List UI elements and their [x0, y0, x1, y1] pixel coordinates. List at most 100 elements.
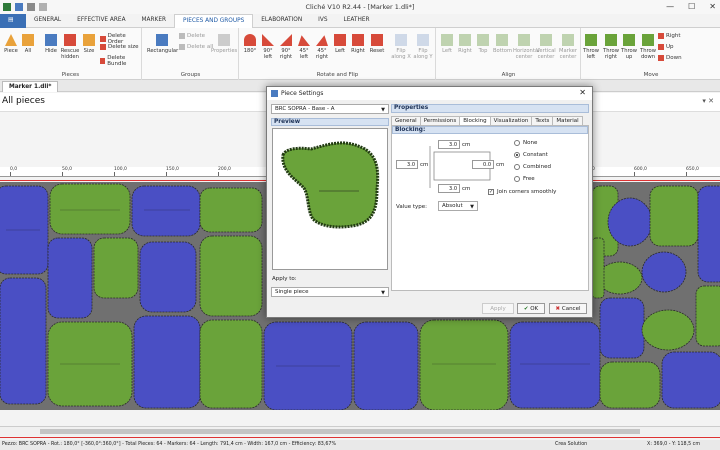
status-company: Crea Solution [555, 442, 588, 447]
piece-preview [272, 128, 388, 270]
rotate-90-left-button[interactable]: 90° left [260, 34, 276, 60]
flip-x-icon [395, 34, 407, 46]
rotate-45-right-icon [316, 35, 328, 46]
delete-size-button[interactable]: Delete size [100, 44, 138, 50]
ruler-tick [10, 172, 11, 176]
rotate-right-button[interactable]: Right [350, 34, 366, 54]
move-up-button[interactable]: Up [658, 44, 674, 50]
tab-permissions[interactable]: Permissions [419, 116, 461, 125]
size-button[interactable]: Size [82, 34, 96, 54]
properties-button[interactable]: Properties [211, 34, 237, 54]
rescue-hidden-button[interactable]: Rescue hidden [58, 34, 82, 60]
blocking-right-input[interactable]: 0.0 [472, 160, 494, 169]
piece-select[interactable]: BRC SOPRA - Base - A ▼ [271, 104, 389, 114]
minimize-button[interactable]: — [666, 2, 674, 11]
tab-leather[interactable]: LEATHER [336, 14, 378, 28]
status-info: Pezzo: BRC SOPRA - Rot.: 180,0° [-360,0°… [2, 442, 337, 447]
radio-none[interactable]: None [514, 140, 537, 146]
pin-icon[interactable]: ▾ ✕ [702, 97, 714, 105]
flip-x-button[interactable]: Flip along X [390, 34, 412, 60]
tab-material[interactable]: Material [552, 116, 583, 125]
piece-button[interactable]: Piece [2, 34, 20, 54]
move-right-button[interactable]: Right [658, 33, 680, 39]
rotate-left-button[interactable]: Left [332, 34, 348, 54]
ruler-tick [218, 172, 219, 176]
throw-up-button[interactable]: Throw up [620, 34, 638, 60]
piece-icon [5, 34, 17, 46]
checkmark-icon: ✓ [488, 189, 494, 195]
marker-limit-line [0, 437, 720, 438]
rotate-180-button[interactable]: 180° [242, 34, 258, 54]
close-button[interactable]: ✕ [709, 2, 716, 11]
status-coordinates: X: 369,0 - Y: 118,5 cm [647, 442, 700, 447]
align-vertical-center-button[interactable]: Vertical center [535, 34, 557, 60]
rotate-reset-button[interactable]: Reset [368, 34, 386, 54]
properties-header: Properties [391, 104, 589, 113]
value-type-select[interactable]: Absolut ▼ [438, 201, 478, 211]
tab-effective-area[interactable]: EFFECTIVE AREA [69, 14, 133, 28]
align-top-button[interactable]: Top [475, 34, 491, 54]
apply-to-select[interactable]: Single piece ▼ [271, 287, 389, 297]
ruler-tick-label: 0,0 [10, 167, 18, 172]
radio-combined[interactable]: Combined [514, 164, 551, 170]
groups-group-label: Groups [180, 72, 201, 78]
tab-elaboration[interactable]: ELABORATION [253, 14, 310, 28]
arrow-down-icon [658, 55, 664, 61]
throw-right-button[interactable]: Throw right [602, 34, 620, 60]
tab-marker[interactable]: MARKER [134, 14, 175, 28]
maximize-button[interactable]: ☐ [688, 2, 695, 11]
rectangular-button[interactable]: Rectangular [147, 34, 178, 54]
rotate-90-left-icon [262, 34, 274, 46]
radio-constant[interactable]: Constant [514, 152, 548, 158]
align-marker-center-button[interactable]: Marker center [557, 34, 579, 60]
blocking-bottom-input[interactable]: 3.0 [438, 184, 460, 193]
join-corners-checkbox[interactable]: ✓ Join corners smoothly [488, 189, 556, 195]
piece [49, 183, 131, 235]
align-bottom-button[interactable]: Bottom [493, 34, 512, 54]
preview-header: Preview [271, 118, 389, 126]
arrow-up-icon [658, 44, 664, 50]
blocking-top-input[interactable]: 3.0 [438, 140, 460, 149]
tab-visualization[interactable]: Visualization [489, 116, 533, 125]
align-horizontal-center-button[interactable]: Horizontal center [513, 34, 540, 60]
cancel-button[interactable]: ✖ Cancel [549, 303, 587, 314]
tab-general[interactable]: GENERAL [26, 14, 69, 28]
groups-delete-all-button[interactable]: Delete all [179, 44, 213, 50]
apply-button[interactable]: Apply [482, 303, 514, 314]
radio-free[interactable]: Free [514, 176, 535, 182]
tab-ivs[interactable]: IVS [310, 14, 335, 28]
file-menu-button[interactable]: ▤ [0, 14, 26, 28]
ribbon: Piece All Hide Rescue hidden Size Delete… [0, 28, 720, 80]
groups-delete-button[interactable]: Delete [179, 33, 205, 39]
blocking-left-input[interactable]: 3.0 [396, 160, 418, 169]
value-type-label: Value type: [396, 204, 427, 210]
move-down-button[interactable]: Down [658, 55, 682, 61]
rotate-45-right-button[interactable]: 45° right [314, 34, 330, 60]
throw-down-button[interactable]: Throw down [638, 34, 658, 60]
rotate-90-right-icon [280, 34, 292, 46]
throw-left-button[interactable]: Throw left [582, 34, 600, 60]
scrollbar-thumb[interactable] [40, 429, 640, 434]
arrow-right-icon [658, 33, 664, 39]
tab-texts[interactable]: Texts [531, 116, 554, 125]
chevron-down-icon: ▼ [470, 204, 474, 210]
tab-pieces-and-groups[interactable]: PIECES AND GROUPS [174, 14, 254, 28]
all-button[interactable]: All [20, 34, 36, 54]
document-tab-marker[interactable]: Marker 1.dli* [2, 81, 59, 92]
delete-bundle-button[interactable]: Delete Bundle [100, 55, 141, 67]
flip-y-button[interactable]: Flip along Y [412, 34, 434, 60]
ok-button[interactable]: ✔ OK [517, 303, 545, 314]
menu-tabs: ▤ GENERAL EFFECTIVE AREA MARKER PIECES A… [0, 14, 720, 28]
dialog-close-button[interactable]: ✕ [579, 88, 586, 97]
horizontal-scrollbar[interactable] [0, 426, 720, 436]
tab-general[interactable]: General [391, 116, 421, 125]
rotate-90-right-button[interactable]: 90° right [278, 34, 294, 60]
rotate-45-left-button[interactable]: 45° left [296, 34, 312, 60]
tab-blocking[interactable]: Blocking [459, 116, 491, 125]
piece [697, 185, 720, 283]
align-right-button[interactable]: Right [457, 34, 473, 54]
rescue-icon [64, 34, 76, 46]
ruler-tick-label: 50,0 [62, 167, 73, 172]
align-left-button[interactable]: Left [439, 34, 455, 54]
delete-order-icon [100, 36, 106, 42]
